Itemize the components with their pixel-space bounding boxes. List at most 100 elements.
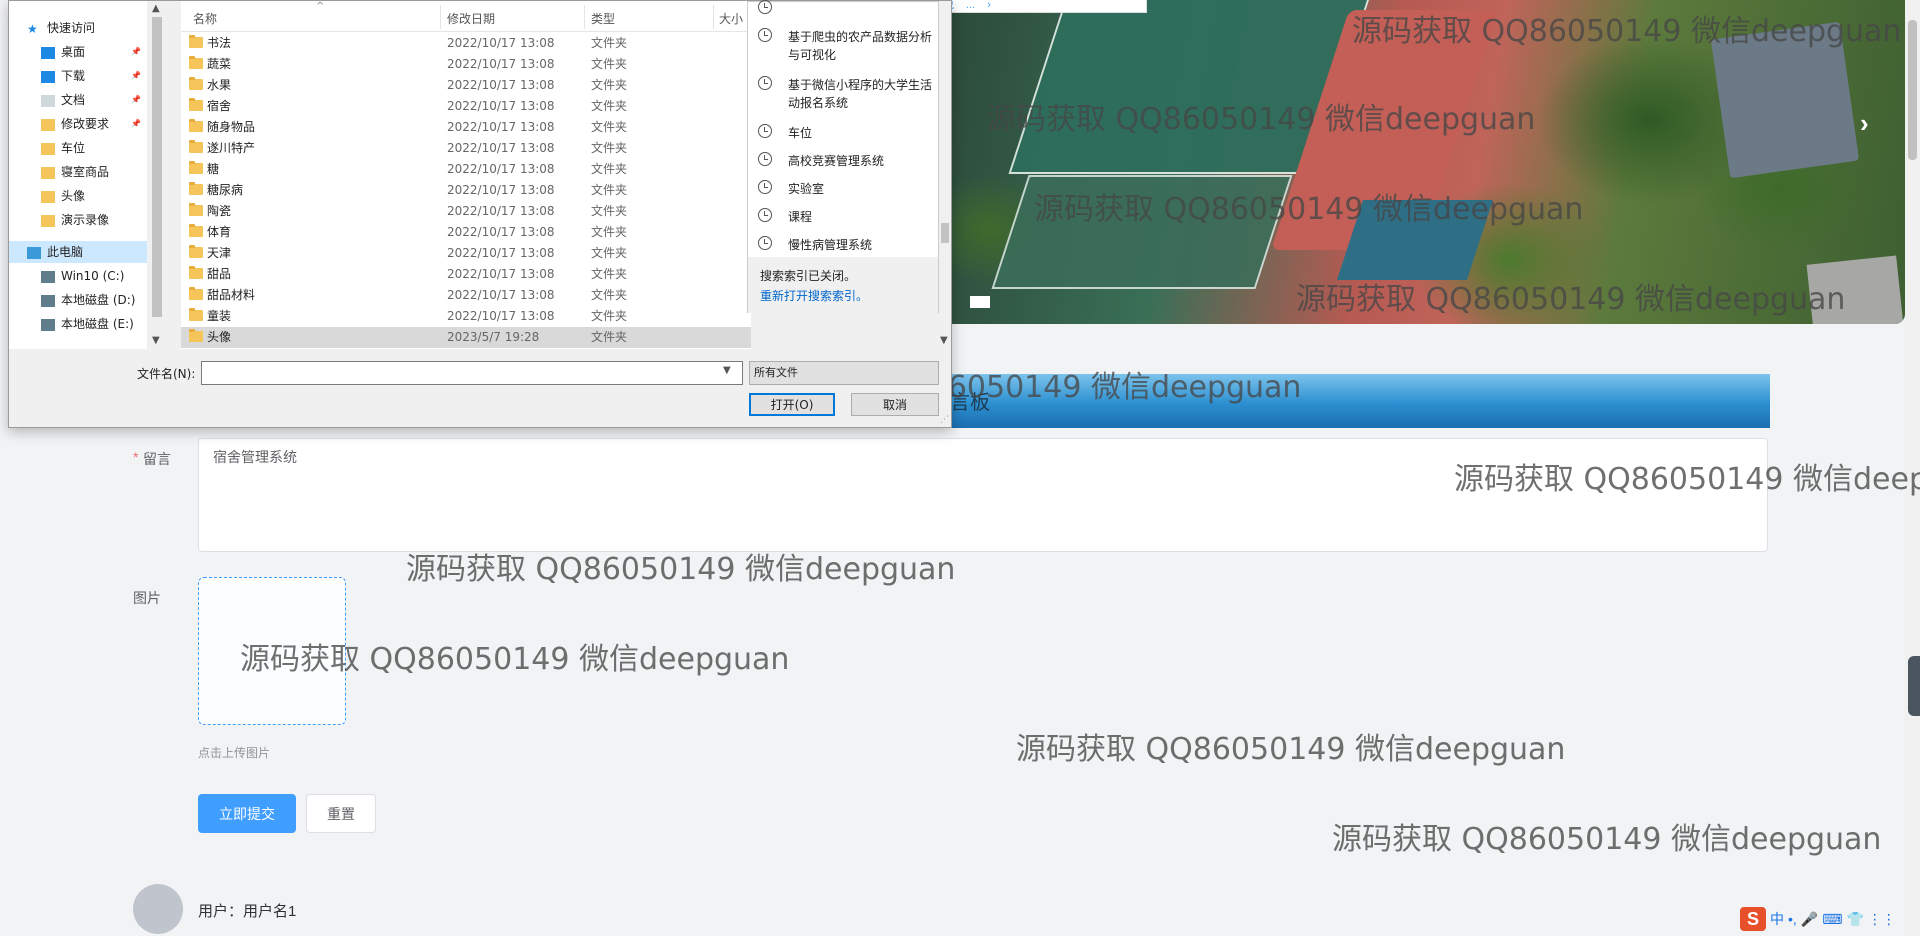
- column-date[interactable]: 修改日期: [447, 10, 495, 27]
- ime-chinese-mode-icon[interactable]: 中: [1770, 909, 1784, 929]
- folder-icon: [189, 245, 203, 258]
- file-row[interactable]: 头像 2023/5/7 19:28 文件夹: [181, 327, 751, 348]
- ime-microphone-icon[interactable]: 🎤: [1801, 911, 1818, 928]
- open-button[interactable]: 打开(O): [749, 393, 835, 416]
- page-scrollbar-thumb[interactable]: [1908, 20, 1917, 160]
- file-date: 2022/10/17 13:08: [447, 225, 555, 239]
- nav-item-label: 车位: [61, 141, 86, 155]
- history-clock-icon: [758, 28, 772, 42]
- nav-item[interactable]: 头像: [9, 185, 147, 207]
- nav-item[interactable]: 修改要求 📌: [9, 113, 147, 135]
- pin-icon: 📌: [131, 119, 141, 128]
- file-name: 糖: [207, 162, 220, 176]
- nav-item-label: 此电脑: [47, 245, 84, 259]
- file-row[interactable]: 甜品材料 2022/10/17 13:08 文件夹: [181, 285, 751, 306]
- column-name[interactable]: 名称: [193, 10, 217, 27]
- sort-arrow-icon: ^: [316, 1, 325, 12]
- file-name: 水果: [207, 78, 232, 92]
- column-type[interactable]: 类型: [591, 10, 615, 27]
- file-row[interactable]: 陶瓷 2022/10/17 13:08 文件夹: [181, 201, 751, 222]
- nav-item[interactable]: 下载 📌: [9, 65, 147, 87]
- folder-icon: [189, 140, 203, 153]
- column-size[interactable]: 大小: [719, 10, 743, 27]
- ime-keyboard-icon[interactable]: ⌨: [1822, 911, 1842, 928]
- scroll-down-icon[interactable]: ▼: [152, 335, 160, 346]
- file-name: 随身物品: [207, 120, 256, 134]
- file-row[interactable]: 甜品 2022/10/17 13:08 文件夹: [181, 264, 751, 285]
- file-list-scrollbar-thumb[interactable]: [941, 223, 949, 243]
- file-row[interactable]: 糖 2022/10/17 13:08 文件夹: [181, 159, 751, 180]
- search-tag[interactable]: ...: [966, 0, 975, 11]
- nav-item-label: 本地磁盘 (D:): [61, 293, 136, 307]
- watermark: 源码获取 QQ86050149 微信deepguan: [986, 102, 1536, 137]
- sogou-ime-icon[interactable]: S: [1740, 907, 1766, 931]
- nav-item-label: 修改要求: [61, 117, 110, 131]
- search-history-text: 课程: [788, 210, 813, 224]
- ime-menu-icon[interactable]: ⋮⋮: [1868, 911, 1896, 928]
- file-row[interactable]: 体育 2022/10/17 13:08 文件夹: [181, 222, 751, 243]
- ime-skin-icon[interactable]: 👕: [1846, 911, 1863, 928]
- cancel-button[interactable]: 取消: [851, 393, 939, 416]
- file-list-scrollbar[interactable]: ▼: [939, 1, 951, 349]
- user-name: 用户：用户名1: [198, 903, 297, 920]
- nav-scrollbar-thumb[interactable]: [152, 17, 162, 317]
- file-row[interactable]: 遂川特产 2022/10/17 13:08 文件夹: [181, 138, 751, 159]
- watermark: 源码获取 QQ86050149 微信deepguan: [1332, 822, 1882, 857]
- history-clock-icon: [758, 0, 772, 14]
- history-clock-icon: [758, 180, 772, 194]
- folder-icon: [41, 166, 55, 179]
- scroll-up-icon[interactable]: ▲: [152, 3, 160, 14]
- file-row[interactable]: 天津 2022/10/17 13:08 文件夹: [181, 243, 751, 264]
- search-history-text: 基于微信小程序的大学生活动报名系统: [788, 78, 933, 110]
- history-clock-icon: [758, 152, 772, 166]
- nav-item[interactable]: 演示录像: [9, 209, 147, 231]
- nav-item[interactable]: 本地磁盘 (D:): [9, 289, 147, 311]
- history-clock-icon: [758, 236, 772, 250]
- nav-item-label: 头像: [61, 189, 86, 203]
- filename-input[interactable]: [201, 361, 743, 385]
- image-label: 图片: [133, 590, 161, 606]
- nav-item[interactable]: 寝室商品: [9, 161, 147, 183]
- ime-punctuation-icon[interactable]: •,: [1788, 911, 1797, 927]
- history-clock-icon: [758, 208, 772, 222]
- file-date: 2022/10/17 13:08: [447, 99, 555, 113]
- nav-item[interactable]: Win10 (C:): [9, 265, 147, 287]
- search-tag[interactable]: ›: [987, 0, 991, 11]
- scroll-down-icon[interactable]: ▼: [940, 335, 948, 346]
- nav-item[interactable]: 本地磁盘 (E:): [9, 313, 147, 335]
- carousel-indicator[interactable]: [970, 296, 990, 308]
- chevron-down-icon[interactable]: ▼: [723, 365, 731, 376]
- nav-item[interactable]: 桌面 📌: [9, 41, 147, 63]
- folder-icon: [189, 56, 203, 69]
- submit-button[interactable]: 立即提交: [198, 794, 296, 833]
- file-type-filter[interactable]: 所有文件: [749, 361, 939, 385]
- file-row[interactable]: 宿舍 2022/10/17 13:08 文件夹: [181, 96, 751, 117]
- ime-toolbar[interactable]: S 中 •, 🎤 ⌨ 👕 ⋮⋮: [1740, 906, 1896, 932]
- file-date: 2022/10/17 13:08: [447, 288, 555, 302]
- reopen-search-index-link[interactable]: 重新打开搜索索引。: [760, 287, 868, 304]
- nav-scrollbar[interactable]: ▲ ▼: [149, 1, 165, 349]
- file-row[interactable]: 糖尿病 2022/10/17 13:08 文件夹: [181, 180, 751, 201]
- file-row[interactable]: 童装 2022/10/17 13:08 文件夹: [181, 306, 751, 327]
- drive-icon: [41, 318, 55, 331]
- file-row[interactable]: 书法 2022/10/17 13:08 文件夹: [181, 33, 751, 54]
- resize-grip-icon[interactable]: ⋰: [940, 415, 949, 425]
- file-row[interactable]: 水果 2022/10/17 13:08 文件夹: [181, 75, 751, 96]
- nav-item-label: 快速访问: [47, 21, 96, 35]
- nav-item[interactable]: 车位: [9, 137, 147, 159]
- file-row[interactable]: 随身物品 2022/10/17 13:08 文件夹: [181, 117, 751, 138]
- nav-item[interactable]: 此电脑: [9, 241, 147, 263]
- file-name: 书法: [207, 36, 232, 50]
- upload-hint: 点击上传图片: [198, 746, 271, 760]
- carousel-next-icon[interactable]: ›: [1860, 108, 1869, 139]
- file-row[interactable]: 蔬菜 2022/10/17 13:08 文件夹: [181, 54, 751, 75]
- required-mark: *: [133, 449, 139, 465]
- watermark: 源码获取 QQ86050149 微信deepguan: [240, 642, 790, 677]
- side-float-handle[interactable]: [1908, 656, 1920, 716]
- file-date: 2022/10/17 13:08: [447, 183, 555, 197]
- nav-item[interactable]: ★ 快速访问: [9, 17, 147, 39]
- watermark: 源码获取 QQ86050149 微信deepguan: [1454, 462, 1920, 497]
- history-clock-icon: [758, 76, 772, 90]
- reset-button[interactable]: 重置: [306, 794, 376, 833]
- nav-item[interactable]: 文档 📌: [9, 89, 147, 111]
